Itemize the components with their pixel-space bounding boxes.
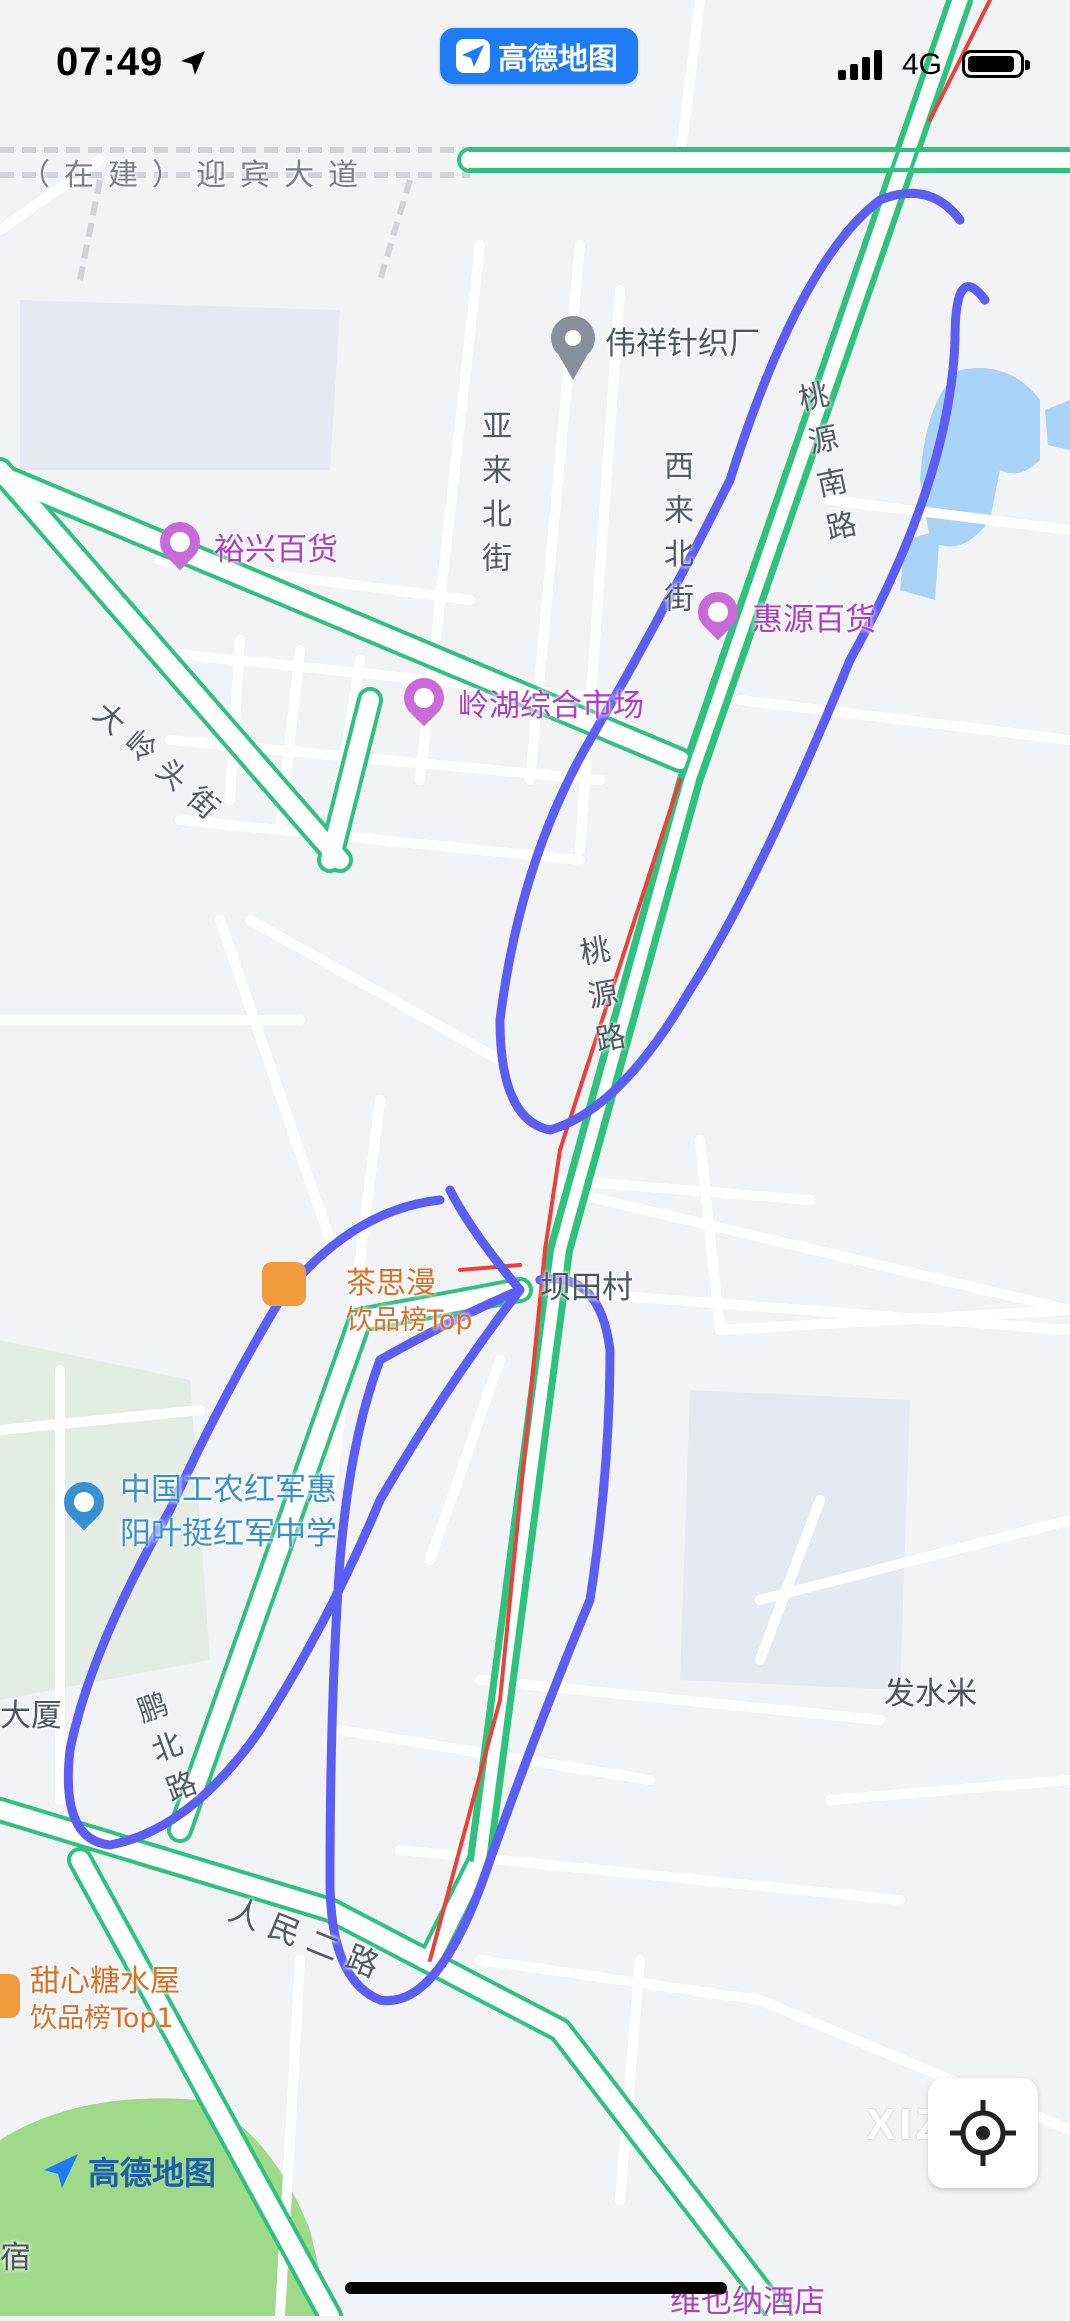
poi-su[interactable]: 宿 [0, 2232, 31, 2277]
app-return-badge[interactable]: 高德地图 [440, 28, 638, 84]
building-block [20, 300, 340, 470]
app-name: 高德地图 [498, 42, 618, 77]
poi-chasiman[interactable]: 茶思漫 [346, 1258, 436, 1302]
road-label-xilai: 西来北街 [658, 450, 693, 626]
poi-fashuimi[interactable]: 发水米 [884, 1668, 977, 1713]
road-label-yingbin: （在建）迎宾大道 [20, 158, 372, 193]
amap-logo-icon [456, 39, 490, 73]
road-label-yalai: 亚来北街 [476, 410, 511, 586]
status-bar: 07:49 高德地图 4G [0, 0, 1070, 120]
poi-huiyuan[interactable]: 惠源百货 [752, 594, 876, 639]
poi-village[interactable]: 坝田村 [540, 1262, 633, 1307]
poi-school-line1[interactable]: 中国工农红军惠 [120, 1464, 337, 1509]
amap-logo: 高德地图 [40, 2148, 216, 2194]
logo-text: 高德地图 [88, 2154, 217, 2192]
battery-icon [962, 50, 1030, 78]
crosshair-icon [950, 2100, 1016, 2166]
poi-chasiman-rank: 饮品榜Top [346, 1305, 473, 1336]
clock: 07:49 [56, 40, 164, 84]
drink-shop-icon[interactable] [262, 1262, 306, 1306]
amap-arrow-icon [44, 2154, 78, 2188]
locate-button[interactable] [928, 2078, 1038, 2188]
home-indicator[interactable] [345, 2282, 727, 2294]
drink-shop-icon[interactable] [0, 1974, 20, 2018]
poi-dasha[interactable]: 大厦 [0, 1690, 62, 1735]
poi-tianxin-rank: 饮品榜Top1 [30, 2003, 174, 2034]
poi-linghu[interactable]: 岭湖综合市场 [458, 680, 644, 725]
poi-yuxing[interactable]: 裕兴百货 [214, 524, 338, 569]
cellular-signal-icon [838, 50, 882, 80]
location-arrow-icon [181, 51, 205, 75]
poi-weixiang[interactable]: 伟祥针织厂 [605, 318, 760, 363]
poi-tianxin[interactable]: 甜心糖水屋 [30, 1956, 180, 2000]
poi-school-line2[interactable]: 阳叶挺红军中学 [120, 1508, 337, 1553]
network-type: 4G [902, 48, 943, 81]
building-block [680, 1390, 910, 1690]
